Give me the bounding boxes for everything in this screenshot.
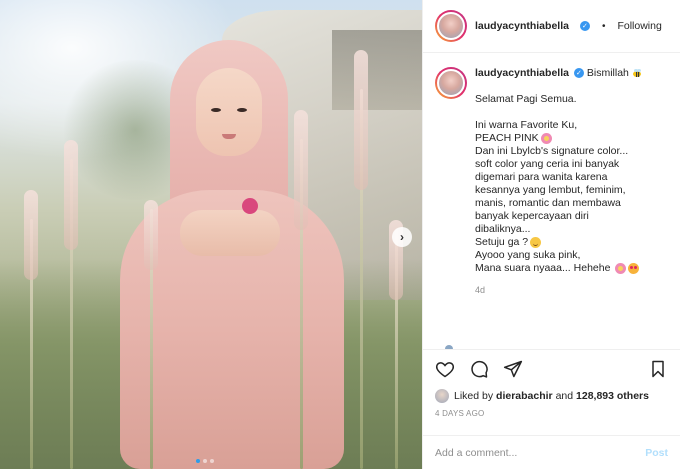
following-button[interactable]: Following [617, 20, 661, 32]
next-slide-button[interactable]: › [392, 227, 412, 247]
caption-line-peach: PEACH PINK [475, 132, 665, 145]
caption-line: dibaliknya... [475, 223, 531, 235]
post-date[interactable]: 4 DAYS AGO [423, 405, 680, 423]
caption-line: Ini warna Favorite Ku, [475, 119, 578, 131]
caption-line: Ayooo yang suka pink, [475, 249, 581, 261]
reed-plume [24, 190, 38, 280]
liker-avatar[interactable] [435, 389, 449, 403]
avatar[interactable] [435, 10, 467, 42]
caption-line-setuju: Setuju ga ? [475, 236, 665, 249]
carousel-dot [203, 459, 207, 463]
pink-flower-icon [615, 262, 627, 274]
caption-line: banyak kepercayaan diri [475, 210, 589, 222]
caption-line: Selamat Pagi Semua. [475, 93, 577, 105]
liker-username[interactable]: dierabachir [496, 390, 553, 402]
instagram-post: › laudyacynthiabella ✓ • Following laudy… [0, 0, 680, 469]
comment-input[interactable] [435, 446, 646, 459]
carousel-dots [196, 459, 214, 463]
bee-icon [632, 69, 641, 78]
likes-row: Liked by dierabachir and 128,893 others [423, 387, 680, 405]
post-photo[interactable]: › [0, 0, 422, 469]
mouth [222, 134, 236, 139]
caption-line: Mana suara nyaaa... Hehehe [475, 262, 611, 274]
verified-badge-icon: ✓ [573, 68, 584, 79]
caption-text: laudyacynthiabella ✓ Bismillah Selamat Pa… [475, 67, 665, 275]
reed-plume [64, 140, 78, 250]
caption-avatar[interactable] [435, 67, 467, 99]
caption-time-ago[interactable]: 4d [475, 285, 668, 295]
caption-line: soft color yang ceria ini banyak [475, 158, 620, 170]
post-header: laudyacynthiabella ✓ • Following [423, 0, 680, 53]
carousel-dot-active [196, 459, 200, 463]
caption-line: Setuju ga ? [475, 236, 529, 248]
face [196, 68, 262, 156]
likes-text: Liked by dierabachir and 128,893 others [454, 390, 649, 402]
heart-eyes-icon [628, 262, 640, 274]
paper-plane-icon[interactable] [503, 359, 523, 379]
likes-prefix: Liked by [454, 390, 494, 402]
likes-connector: and [555, 390, 574, 402]
chevron-right-icon: › [400, 230, 404, 244]
caption-line: kesannya yang lembut, feminim, [475, 184, 626, 196]
heart-icon[interactable] [435, 359, 455, 379]
header-separator: • [601, 20, 606, 32]
smile-icon [530, 236, 542, 248]
caption-area: laudyacynthiabella ✓ Bismillah Selamat Pa… [423, 53, 680, 349]
caption-first-line: laudyacynthiabella ✓ Bismillah [475, 67, 665, 80]
action-bar [423, 349, 680, 387]
reed-plume [354, 50, 368, 190]
post-side-panel: laudyacynthiabella ✓ • Following laudyac… [422, 0, 680, 469]
caption-line [475, 106, 665, 119]
caption-line: Bismillah [586, 67, 629, 79]
reed-plume [294, 110, 308, 230]
post-comment-button[interactable]: Post [645, 447, 668, 459]
bookmark-icon[interactable] [648, 359, 668, 379]
pink-flower [242, 198, 258, 214]
header-username[interactable]: laudyacynthiabella [475, 20, 569, 32]
caption-line [475, 80, 665, 93]
carousel-dot [210, 459, 214, 463]
caption-line: digemari para wanita karena [475, 171, 608, 183]
reed-plume [144, 200, 158, 270]
left-eye [211, 108, 221, 112]
avatar-image [437, 12, 465, 40]
pink-flower-icon [540, 132, 552, 144]
hands [180, 210, 280, 256]
verified-badge-icon: ✓ [579, 21, 590, 31]
comment-bubble-icon[interactable] [469, 359, 489, 379]
caption-line: Dan ini Lbylcb's signature color... [475, 145, 629, 157]
add-comment-row: Post [423, 435, 680, 469]
avatar-image [437, 69, 465, 97]
caption-line: PEACH PINK [475, 132, 539, 144]
likes-count[interactable]: 128,893 others [576, 390, 649, 402]
right-eye [237, 108, 247, 112]
caption-username[interactable]: laudyacynthiabella [475, 67, 569, 79]
comment-preview [445, 345, 645, 349]
commenter-avatar-icon [445, 345, 453, 349]
caption-line-hehehe: Mana suara nyaaa... Hehehe [475, 262, 665, 275]
caption-line: manis, romantic dan membawa [475, 197, 621, 209]
